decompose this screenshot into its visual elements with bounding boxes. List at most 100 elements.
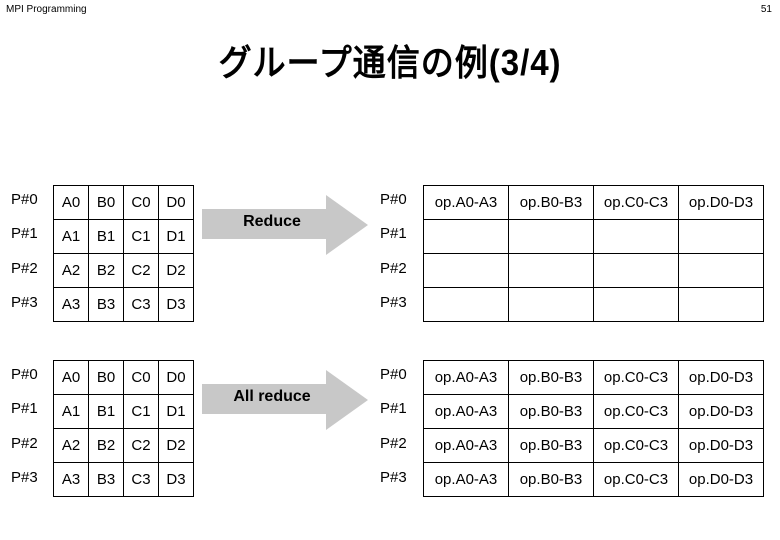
buffer-cell: A2 bbox=[53, 253, 89, 288]
table-row bbox=[423, 253, 764, 288]
buffer-cell: C0 bbox=[123, 185, 159, 220]
table-row: A2 B2 C2 D2 bbox=[53, 428, 194, 463]
buffer-cell: D3 bbox=[158, 462, 194, 497]
process-label: P#3 bbox=[11, 293, 38, 311]
buffer-cell: A2 bbox=[53, 428, 89, 463]
result-cell: op.C0-C3 bbox=[593, 185, 679, 220]
result-cell bbox=[508, 219, 594, 254]
process-label: P#1 bbox=[380, 400, 407, 418]
buffer-cell: D1 bbox=[158, 394, 194, 429]
table-row: op.A0-A3 op.B0-B3 op.C0-C3 op.D0-D3 bbox=[423, 185, 764, 220]
result-cell: op.C0-C3 bbox=[593, 428, 679, 463]
buffer-cell: D0 bbox=[158, 360, 194, 395]
buffer-cell: C1 bbox=[123, 394, 159, 429]
buffer-cell: C1 bbox=[123, 219, 159, 254]
buffer-cell: A3 bbox=[53, 462, 89, 497]
process-label: P#0 bbox=[11, 366, 38, 383]
process-label: P#1 bbox=[380, 225, 407, 243]
table-row: A1 B1 C1 D1 bbox=[53, 219, 194, 254]
process-label: P#0 bbox=[380, 366, 407, 383]
table-row: A0 B0 C0 D0 bbox=[53, 360, 194, 395]
allreduce-operation-label: All reduce bbox=[233, 388, 311, 405]
result-cell: op.A0-A3 bbox=[423, 394, 509, 429]
result-cell: op.B0-B3 bbox=[508, 360, 594, 395]
process-label: P#3 bbox=[11, 468, 38, 486]
process-label: P#0 bbox=[11, 191, 38, 208]
buffer-cell: D1 bbox=[158, 219, 194, 254]
reduce-operation-label: Reduce bbox=[243, 213, 301, 230]
process-label: P#2 bbox=[11, 259, 38, 277]
process-label: P#3 bbox=[380, 468, 407, 486]
reduce-input-process-labels: P#0 P#1 P#2 P#3 bbox=[11, 185, 38, 322]
reduce-output-process-labels: P#0 P#1 P#2 P#3 bbox=[380, 185, 407, 322]
buffer-cell: C2 bbox=[123, 428, 159, 463]
buffer-cell: A1 bbox=[53, 219, 89, 254]
result-cell bbox=[593, 253, 679, 288]
buffer-cell: A3 bbox=[53, 287, 89, 322]
buffer-cell: B1 bbox=[88, 219, 124, 254]
result-cell: op.C0-C3 bbox=[593, 394, 679, 429]
result-cell bbox=[508, 253, 594, 288]
result-cell: op.D0-D3 bbox=[678, 394, 764, 429]
page-number: 51 bbox=[760, 4, 772, 15]
allreduce-input-buffer-table: A0 B0 C0 D0 A1 B1 C1 D1 A2 B2 C2 D2 A3 B3 C3 D3 bbox=[53, 360, 194, 497]
result-cell: op.B0-B3 bbox=[508, 462, 594, 497]
buffer-cell: B2 bbox=[88, 428, 124, 463]
result-cell: op.A0-A3 bbox=[423, 428, 509, 463]
result-cell: op.D0-D3 bbox=[678, 428, 764, 463]
table-row: op.A0-A3 op.B0-B3 op.C0-C3 op.D0-D3 bbox=[423, 428, 764, 463]
reduce-output-buffer-table: op.A0-A3 op.B0-B3 op.C0-C3 op.D0-D3 bbox=[423, 185, 764, 322]
result-cell: op.A0-A3 bbox=[423, 360, 509, 395]
buffer-cell: D2 bbox=[158, 253, 194, 288]
table-row: op.A0-A3 op.B0-B3 op.C0-C3 op.D0-D3 bbox=[423, 462, 764, 497]
result-cell: op.C0-C3 bbox=[593, 360, 679, 395]
process-label: P#2 bbox=[11, 434, 38, 452]
buffer-cell: D2 bbox=[158, 428, 194, 463]
reduce-arrow: Reduce bbox=[202, 195, 370, 255]
allreduce-arrow: All reduce bbox=[202, 370, 370, 430]
result-cell bbox=[678, 219, 764, 254]
table-row: A3 B3 C3 D3 bbox=[53, 287, 194, 322]
buffer-cell: B1 bbox=[88, 394, 124, 429]
buffer-cell: C3 bbox=[123, 462, 159, 497]
result-cell: op.A0-A3 bbox=[423, 462, 509, 497]
buffer-cell: C0 bbox=[123, 360, 159, 395]
result-cell bbox=[423, 287, 509, 322]
process-label: P#2 bbox=[380, 434, 407, 452]
result-cell bbox=[593, 219, 679, 254]
allreduce-output-buffer-table: op.A0-A3 op.B0-B3 op.C0-C3 op.D0-D3 op.A0-A3… bbox=[423, 360, 764, 497]
result-cell bbox=[678, 253, 764, 288]
result-cell bbox=[423, 253, 509, 288]
result-cell: op.B0-B3 bbox=[508, 428, 594, 463]
buffer-cell: B0 bbox=[88, 360, 124, 395]
process-label: P#3 bbox=[380, 293, 407, 311]
result-cell bbox=[508, 287, 594, 322]
process-label: P#2 bbox=[380, 259, 407, 277]
process-label: P#0 bbox=[380, 191, 407, 208]
result-cell: op.B0-B3 bbox=[508, 394, 594, 429]
buffer-cell: C3 bbox=[123, 287, 159, 322]
table-row: op.A0-A3 op.B0-B3 op.C0-C3 op.D0-D3 bbox=[423, 394, 764, 429]
result-cell: op.C0-C3 bbox=[593, 462, 679, 497]
slide-title: グループ通信の例(3/4) bbox=[218, 42, 562, 83]
table-row: A0 B0 C0 D0 bbox=[53, 185, 194, 220]
result-cell: op.D0-D3 bbox=[678, 360, 764, 395]
result-cell: op.D0-D3 bbox=[678, 462, 764, 497]
buffer-cell: A0 bbox=[53, 360, 89, 395]
table-row bbox=[423, 219, 764, 254]
result-cell: op.A0-A3 bbox=[423, 185, 509, 220]
result-cell bbox=[678, 287, 764, 322]
table-row bbox=[423, 287, 764, 322]
process-label: P#1 bbox=[11, 400, 38, 418]
buffer-cell: B3 bbox=[88, 462, 124, 497]
table-row: A1 B1 C1 D1 bbox=[53, 394, 194, 429]
buffer-cell: D3 bbox=[158, 287, 194, 322]
buffer-cell: B3 bbox=[88, 287, 124, 322]
reduce-input-buffer-table: A0 B0 C0 D0 A1 B1 C1 D1 A2 B2 C2 D2 A3 B3 C3 D3 bbox=[53, 185, 194, 322]
buffer-cell: A0 bbox=[53, 185, 89, 220]
buffer-cell: C2 bbox=[123, 253, 159, 288]
header-course-title: MPI Programming bbox=[6, 4, 87, 15]
result-cell: op.B0-B3 bbox=[508, 185, 594, 220]
buffer-cell: B0 bbox=[88, 185, 124, 220]
buffer-cell: A1 bbox=[53, 394, 89, 429]
